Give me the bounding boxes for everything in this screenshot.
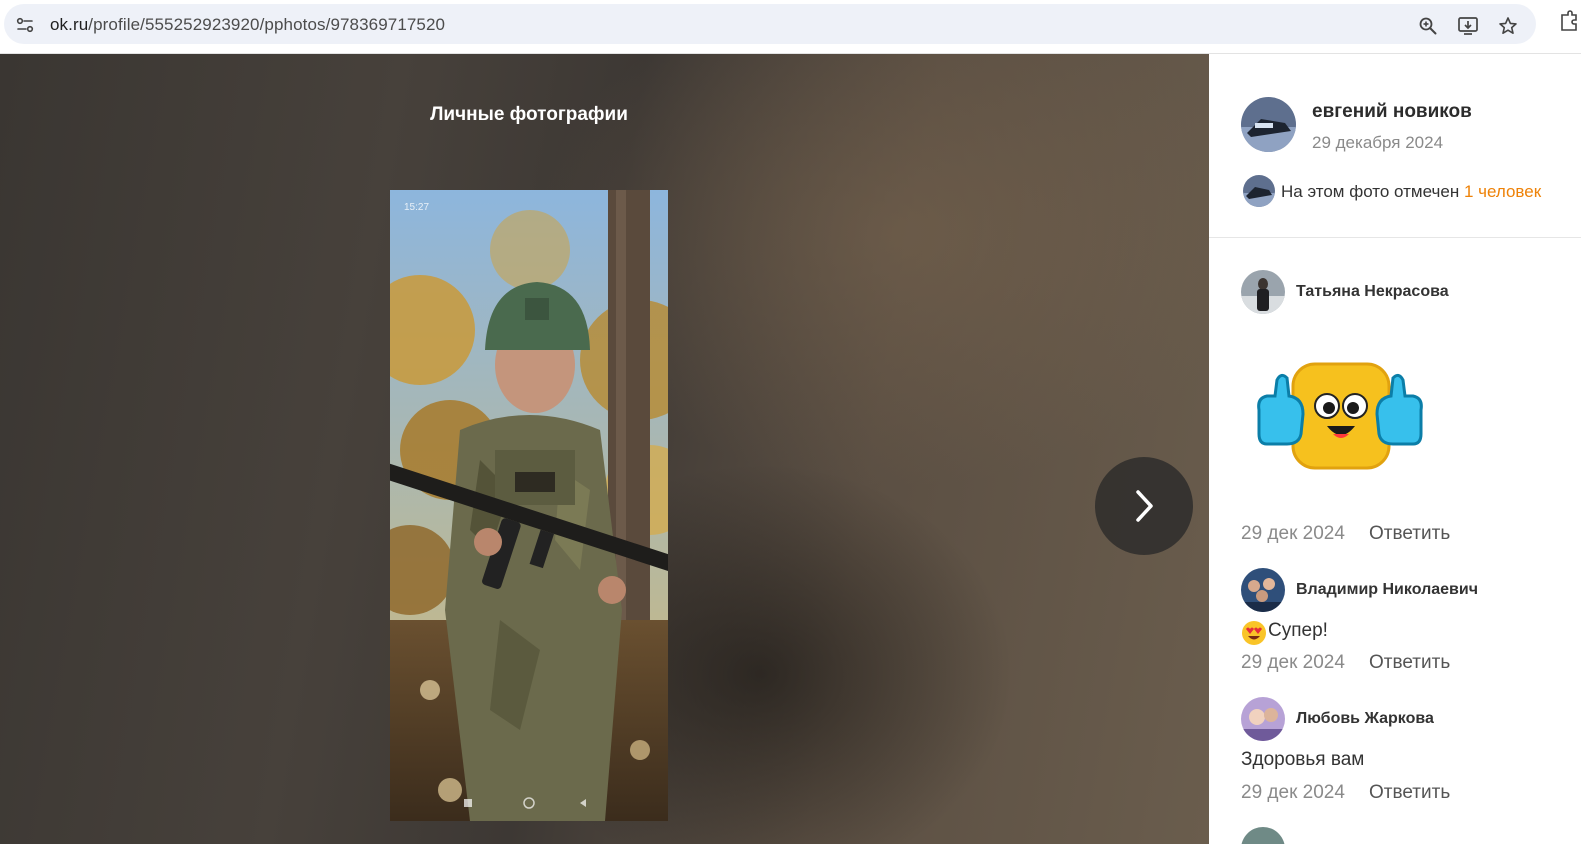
site-info-icon[interactable]	[12, 12, 38, 38]
bookmark-star-icon[interactable]	[1494, 12, 1522, 40]
comment-avatar[interactable]	[1241, 827, 1285, 844]
comment-reply-link[interactable]: Ответить	[1369, 523, 1450, 545]
comment-date: 29 дек 2024	[1241, 652, 1345, 673]
heart-eyes-emoji	[1242, 621, 1266, 645]
comment-avatar[interactable]	[1241, 270, 1285, 314]
panel-divider	[1209, 237, 1581, 238]
thumbs-up-face-sticker	[1255, 360, 1425, 474]
comment-author[interactable]: Владимир Николаевич	[1296, 581, 1478, 599]
tagged-text: На этом фото отмечен	[1281, 182, 1464, 201]
album-title: Личные фотографии	[430, 104, 628, 125]
url-text[interactable]: ok.ru/profile/555252923920/pphotos/97836…	[50, 15, 445, 35]
install-app-icon[interactable]	[1454, 12, 1482, 40]
owner-post-date: 29 декабря 2024	[1312, 133, 1444, 152]
photo-soldier-illustration: 15:27	[390, 190, 668, 821]
photo-status-time: 15:27	[404, 202, 429, 213]
owner-name[interactable]: евгений новиков	[1312, 101, 1472, 123]
tagged-user-avatar[interactable]	[1243, 175, 1275, 207]
comment-reply-link[interactable]: Ответить	[1369, 782, 1450, 804]
comment-avatar[interactable]	[1241, 568, 1285, 612]
url-host: ok.ru	[50, 15, 89, 34]
comment-reply-link[interactable]: Ответить	[1369, 652, 1450, 674]
tagged-people-line: На этом фото отмечен 1 человек	[1281, 182, 1541, 202]
comment-text: Супер!	[1268, 620, 1328, 641]
chevron-right-icon	[1136, 490, 1153, 522]
comment-date: 29 дек 2024	[1241, 782, 1345, 803]
tagged-people-link[interactable]: 1 человек	[1464, 182, 1541, 201]
comment-avatar[interactable]	[1241, 697, 1285, 741]
photo-image[interactable]: 15:27	[390, 190, 668, 821]
photo-viewer: Личные фотографии 15:27	[0, 54, 1209, 844]
address-bar[interactable]: ok.ru/profile/555252923920/pphotos/97836…	[4, 4, 1536, 44]
browser-toolbar: ok.ru/profile/555252923920/pphotos/97836…	[0, 0, 1581, 54]
comment-author[interactable]: Любовь Жаркова	[1296, 710, 1434, 728]
comment-text: Здоровья вам	[1241, 749, 1365, 770]
owner-avatar[interactable]	[1241, 97, 1296, 152]
zoom-icon[interactable]	[1414, 12, 1442, 40]
comment-author[interactable]: Татьяна Некрасова	[1296, 283, 1449, 301]
url-path: /profile/555252923920/pphotos/9783697175…	[88, 15, 446, 34]
comment-date: 29 дек 2024	[1241, 523, 1345, 544]
next-photo-button[interactable]	[1095, 457, 1193, 555]
extensions-icon[interactable]	[1558, 10, 1581, 38]
photo-info-panel: евгений новиков 29 декабря 2024 На этом …	[1209, 54, 1581, 844]
